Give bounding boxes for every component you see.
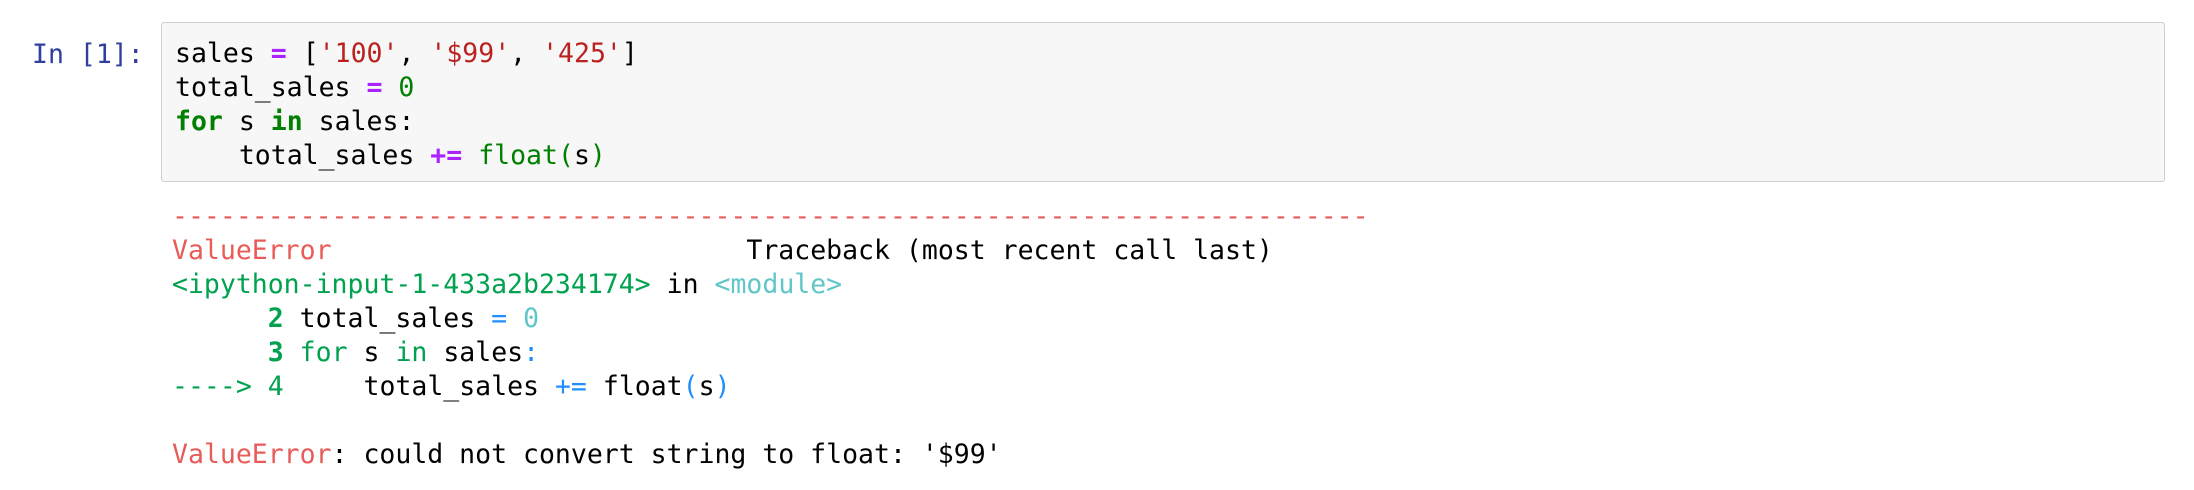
code-token: +=	[554, 371, 587, 402]
line-prefix	[172, 337, 268, 368]
code-token: '100'	[318, 38, 399, 69]
code-token: for	[299, 337, 348, 368]
traceback-location: <ipython-input-1-433a2b234174> in <modul…	[172, 268, 1369, 302]
code-token: float	[478, 140, 558, 171]
code-token: in	[270, 106, 303, 137]
code-token: s	[363, 337, 380, 368]
code-token: )	[714, 371, 731, 402]
code-line-2: total_sales = 0	[175, 71, 638, 105]
code-token: total_sales	[363, 371, 540, 402]
code-token: =	[491, 303, 508, 334]
code-token: :	[523, 337, 540, 368]
module-name: <module>	[714, 269, 843, 300]
code-line-3: for s in sales:	[175, 105, 638, 139]
input-prompt: In [1]:	[32, 39, 144, 70]
in-word: in	[666, 269, 699, 300]
code-token: float	[602, 371, 683, 402]
code-token: (	[557, 140, 574, 171]
error-name: ValueError	[172, 235, 332, 266]
code-token: =	[366, 72, 383, 103]
code-token: 0	[523, 303, 540, 334]
code-token: total_sales	[299, 303, 476, 334]
error-message: ValueError: could not convert string to …	[172, 438, 1369, 472]
line-prefix	[172, 303, 268, 334]
line-number: 3	[267, 337, 284, 368]
traceback-frame-line-current: ----> 4 total_sales += float(s)	[172, 370, 1369, 404]
code-token: s	[238, 106, 255, 137]
code-line-4: total_sales += float(s)	[175, 139, 638, 173]
code-token: s	[698, 371, 715, 402]
code-token: =	[270, 38, 287, 69]
code-token: 0	[398, 72, 415, 103]
code-line-1: sales = ['100', '$99', '425']	[175, 37, 638, 71]
code-token: [	[302, 38, 319, 69]
code-token: s	[573, 140, 590, 171]
source-file: <ipython-input-1-433a2b234174>	[172, 269, 651, 300]
code-input-area[interactable]: sales = ['100', '$99', '425'] total_sales…	[161, 22, 2165, 182]
code-token: sales	[443, 337, 524, 368]
code-token: sales	[175, 38, 255, 69]
code-token: sales:	[318, 106, 415, 137]
error-name: ValueError	[172, 439, 332, 470]
header-gap	[332, 235, 747, 266]
code-editor[interactable]: sales = ['100', '$99', '425'] total_sales…	[175, 37, 638, 173]
code-token: total_sales	[175, 72, 351, 103]
traceback-frame-line: 3 for s in sales:	[172, 336, 1369, 370]
code-token: '$99'	[430, 38, 511, 69]
traceback-label: Traceback (most recent call last)	[746, 235, 1273, 266]
line-number: 4	[267, 371, 284, 402]
code-token: total_sales	[238, 140, 415, 171]
code-token: ,	[510, 38, 527, 69]
code-token: +=	[430, 140, 463, 171]
code-token: '425'	[542, 38, 622, 69]
error-output: ----------------------------------------…	[172, 200, 1369, 472]
code-token: )	[589, 140, 606, 171]
code-token: ,	[398, 38, 415, 69]
line-number: 2	[267, 303, 284, 334]
traceback-frame-line: 2 total_sales = 0	[172, 302, 1369, 336]
code-token: in	[395, 337, 428, 368]
code-token: for	[175, 106, 223, 137]
error-text: : could not convert string to float: '$9…	[331, 439, 1002, 470]
traceback-divider: ----------------------------------------…	[172, 201, 1369, 232]
current-line-arrow: ---->	[172, 371, 252, 402]
code-token: (	[682, 371, 699, 402]
traceback-header: ValueError Traceback (most recent call l…	[172, 234, 1369, 268]
code-token: ]	[621, 38, 638, 69]
